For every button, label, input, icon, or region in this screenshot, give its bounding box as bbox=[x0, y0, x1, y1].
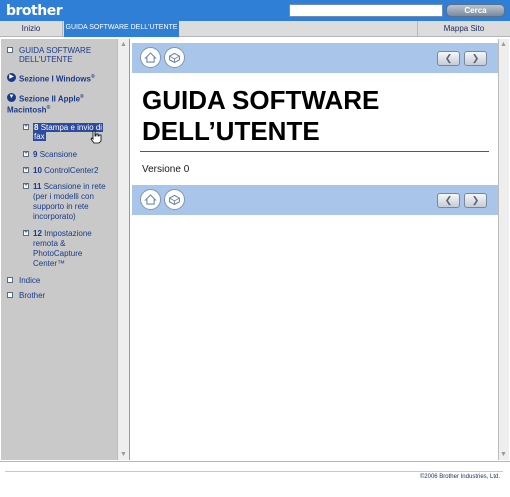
chapter-label: ControlCenter2 bbox=[44, 166, 99, 175]
chapter-label: (per i modelli con bbox=[33, 192, 94, 201]
registered-mark: ® bbox=[46, 105, 51, 111]
home-icon[interactable] bbox=[140, 189, 161, 210]
title-divider bbox=[140, 151, 489, 152]
registered-mark: ® bbox=[90, 74, 95, 80]
version-text: Versione 0 bbox=[142, 164, 190, 175]
page-title: GUIDA SOFTWARE DELL’UTENTE bbox=[142, 85, 379, 147]
scroll-up-icon[interactable]: ▲ bbox=[499, 40, 508, 49]
expand-plus-icon: + bbox=[23, 183, 29, 189]
chevron-left-icon[interactable]: ❮ bbox=[437, 51, 460, 66]
section-windows-label: Sezione I Windows bbox=[19, 74, 91, 84]
chapter-number: 10 bbox=[33, 166, 42, 175]
chapter-label: Scansione bbox=[39, 150, 78, 159]
sidebar-item-label: Brother bbox=[19, 291, 46, 300]
footer: ©2006 Brother Industries, Ltd. bbox=[0, 461, 510, 497]
chapter-label: remota & bbox=[33, 239, 66, 248]
sidebar-section-label: Macintosh® bbox=[7, 104, 50, 115]
chapter-title: 12 Impostazione bbox=[33, 229, 92, 238]
section-apple-label: Sezione II Apple bbox=[19, 94, 81, 104]
home-icon[interactable] bbox=[140, 47, 161, 68]
chapter-label: fax bbox=[33, 132, 46, 141]
sidebar-section-label: Sezione I Windows® bbox=[19, 73, 95, 84]
sitemap-link[interactable]: Mappa Sito bbox=[417, 21, 510, 37]
chapter-number: 9 bbox=[33, 150, 38, 159]
page-title-line: DELL’UTENTE bbox=[142, 116, 320, 146]
scroll-up-icon[interactable]: ▲ bbox=[119, 40, 128, 49]
chapter-label: Scansione in rete bbox=[43, 182, 106, 191]
expand-arrow-icon: ▶ bbox=[7, 73, 16, 82]
chapter-number: 11 bbox=[33, 182, 42, 191]
chevron-left-icon[interactable]: ❮ bbox=[437, 193, 460, 208]
search-input[interactable] bbox=[289, 4, 443, 17]
expand-plus-icon: + bbox=[23, 124, 29, 130]
main-content: ❮ ❯ GUIDA SOFTWARE DELL’UTENTE Versione … bbox=[132, 39, 498, 460]
chapter-number: 8 bbox=[34, 123, 39, 132]
chapter-label: incorporato) bbox=[33, 212, 76, 221]
brother-logo: brother bbox=[6, 3, 63, 19]
current-guide-tab[interactable]: GUIDA SOFTWARE DELL'UTENTE bbox=[64, 19, 179, 37]
registered-mark: ® bbox=[80, 94, 84, 100]
search-button[interactable]: Cerca bbox=[446, 4, 505, 17]
expand-plus-icon: + bbox=[23, 230, 29, 236]
sidebar-scrollbar[interactable]: ▲ ▼ bbox=[117, 39, 129, 460]
chapter-title-continued: fax bbox=[33, 132, 46, 141]
expand-plus-icon: + bbox=[23, 167, 29, 173]
collapse-arrow-icon: ▼ bbox=[7, 93, 16, 102]
chapter-label: Center™ bbox=[33, 259, 66, 268]
top-header: brother Cerca bbox=[0, 0, 510, 21]
hand-cursor-icon bbox=[90, 130, 102, 144]
sidebar-section-label: Sezione II Apple® bbox=[19, 93, 84, 104]
scroll-down-icon[interactable]: ▼ bbox=[499, 450, 508, 459]
chapter-label: PhotoCapture bbox=[33, 249, 83, 258]
scroll-down-icon[interactable]: ▼ bbox=[119, 450, 128, 459]
sidebar: GUIDA SOFTWARE DELL'UTENTE ▶ Sezione I W… bbox=[1, 39, 130, 460]
page-icon bbox=[7, 292, 13, 298]
expand-plus-icon: + bbox=[23, 151, 29, 157]
chapter-title: 9 Scansione bbox=[33, 150, 77, 159]
page-title-line: GUIDA SOFTWARE bbox=[142, 85, 380, 115]
main-scrollbar[interactable]: ▲ ▼ bbox=[498, 39, 509, 460]
chevron-right-icon[interactable]: ❯ bbox=[464, 51, 487, 66]
copyright-text: ©2006 Brother Industries, Ltd. bbox=[419, 474, 500, 480]
section-macintosh-label: Macintosh bbox=[7, 105, 47, 115]
home-link[interactable]: Inizio bbox=[0, 21, 63, 37]
page-icon bbox=[7, 47, 13, 53]
sidebar-item-label: GUIDA SOFTWARE bbox=[19, 46, 92, 55]
printer-icon[interactable] bbox=[164, 47, 185, 68]
sidebar-item-label: DELL'UTENTE bbox=[19, 55, 73, 64]
chapter-label: supporto in rete bbox=[33, 202, 89, 211]
sidebar-item-label: Indice bbox=[19, 276, 41, 285]
footer-divider bbox=[5, 471, 503, 472]
top-nav-strip: ❮ ❯ bbox=[132, 43, 498, 73]
chapter-number: 12 bbox=[33, 229, 42, 238]
nav-bar: Inizio GUIDA SOFTWARE DELL'UTENTE Mappa … bbox=[0, 19, 510, 37]
chevron-right-icon[interactable]: ❯ bbox=[464, 193, 487, 208]
bottom-nav-strip: ❮ ❯ bbox=[132, 185, 498, 215]
printer-icon[interactable] bbox=[164, 189, 185, 210]
chapter-title: 10 ControlCenter2 bbox=[33, 166, 98, 175]
chapter-label: Impostazione bbox=[44, 229, 92, 238]
page-icon bbox=[7, 277, 13, 283]
chapter-title: 11 Scansione in rete bbox=[33, 182, 106, 191]
